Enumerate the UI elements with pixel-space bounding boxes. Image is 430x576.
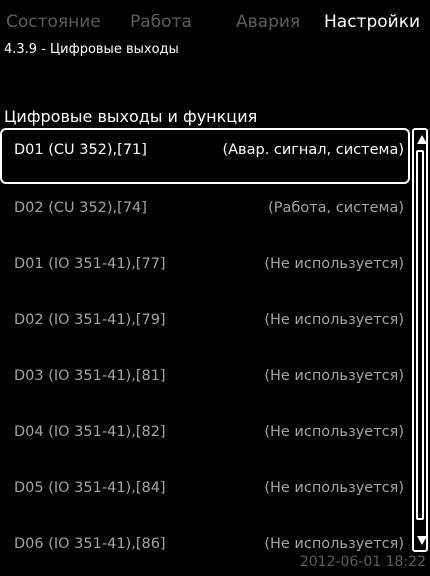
output-name: D02 (IO 351-41),[79] bbox=[14, 312, 166, 328]
output-function: (Работа, система) bbox=[268, 200, 404, 216]
output-name: D03 (IO 351-41),[81] bbox=[14, 368, 166, 384]
output-name: D06 (IO 351-41),[86] bbox=[14, 536, 166, 552]
scroll-up-arrow-icon[interactable] bbox=[417, 135, 427, 144]
output-function: (Не используется) bbox=[264, 312, 404, 328]
section-title: Цифровые выходы и функция bbox=[4, 107, 258, 126]
output-name: D01 (CU 352),[71] bbox=[14, 142, 147, 158]
tab-status[interactable]: Состояние bbox=[6, 10, 101, 34]
tab-alarm[interactable]: Авария bbox=[236, 10, 300, 34]
output-function: (Не используется) bbox=[264, 256, 404, 272]
output-name: D01 (IO 351-41),[77] bbox=[14, 256, 166, 272]
list-item[interactable]: D04 (IO 351-41),[82] (Не используется) bbox=[0, 408, 410, 464]
breadcrumb: 4.3.9 - Цифровые выходы bbox=[4, 42, 179, 57]
list-item[interactable]: D02 (IO 351-41),[79] (Не используется) bbox=[0, 296, 410, 352]
digital-outputs-list: D01 (CU 352),[71] (Авар. сигнал, система… bbox=[0, 128, 412, 564]
timestamp: 2012-06-01 18:22 bbox=[299, 554, 426, 570]
output-function: (Авар. сигнал, система) bbox=[222, 142, 404, 158]
output-function: (Не используется) bbox=[264, 368, 404, 384]
scrollbar[interactable] bbox=[412, 128, 428, 552]
list-item[interactable]: D01 (CU 352),[71] (Авар. сигнал, система… bbox=[0, 128, 410, 184]
output-name: D02 (CU 352),[74] bbox=[14, 200, 147, 216]
scrollbar-thumb[interactable] bbox=[416, 150, 424, 520]
output-name: D04 (IO 351-41),[82] bbox=[14, 424, 166, 440]
tab-operation[interactable]: Работа bbox=[130, 10, 192, 34]
list-item[interactable]: D03 (IO 351-41),[81] (Не используется) bbox=[0, 352, 410, 408]
output-function: (Не используется) bbox=[264, 424, 404, 440]
tab-bar: Состояние Работа Авария Настройки bbox=[0, 0, 430, 44]
output-function: (Не используется) bbox=[264, 480, 404, 496]
tab-settings[interactable]: Настройки bbox=[318, 8, 427, 36]
list-item[interactable]: D05 (IO 351-41),[84] (Не используется) bbox=[0, 464, 410, 520]
output-function: (Не используется) bbox=[264, 536, 404, 552]
output-name: D05 (IO 351-41),[84] bbox=[14, 480, 166, 496]
list-item[interactable]: D01 (IO 351-41),[77] (Не используется) bbox=[0, 240, 410, 296]
scroll-down-arrow-icon[interactable] bbox=[417, 536, 427, 545]
list-item[interactable]: D02 (CU 352),[74] (Работа, система) bbox=[0, 184, 410, 240]
